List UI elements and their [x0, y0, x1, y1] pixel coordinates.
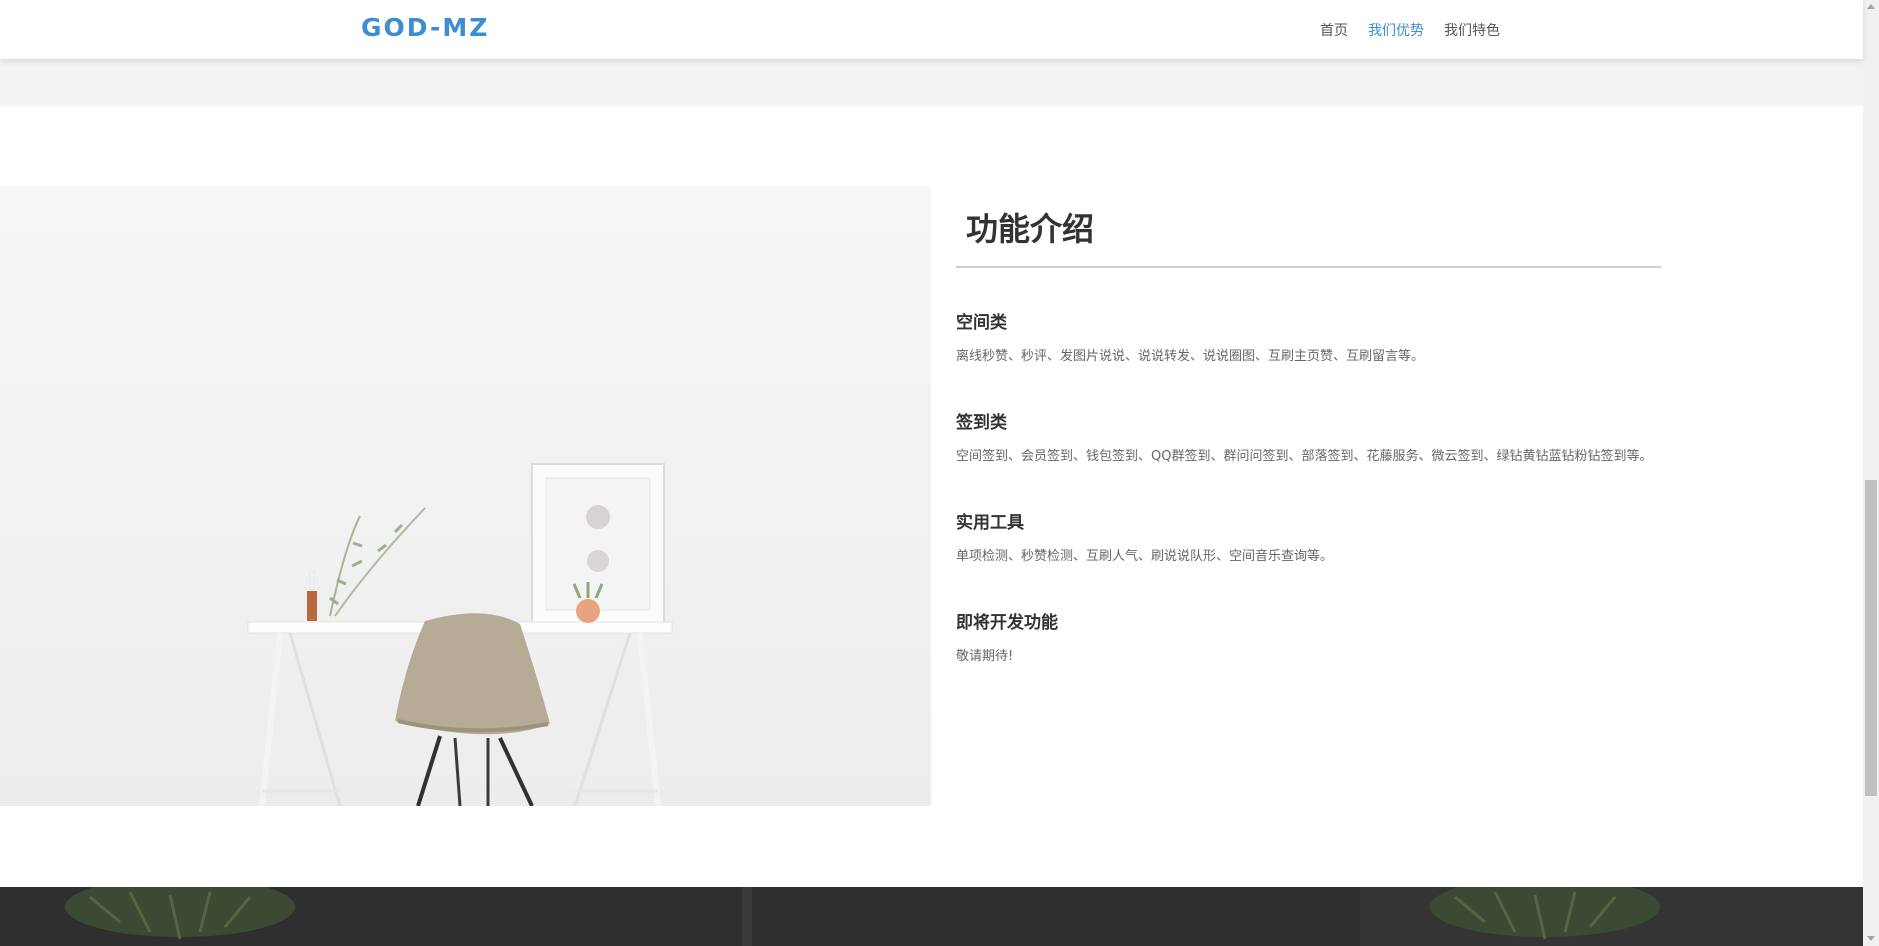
- feature-title: 即将开发功能: [956, 613, 1058, 633]
- feature-item-tools: 实用工具 单项检测、秒赞检测、互刷人气、刷说说队形、空间音乐查询等。: [956, 508, 1686, 568]
- nav-item-features[interactable]: 我们特色: [1444, 20, 1500, 40]
- page-scrollbar[interactable]: [1863, 0, 1879, 946]
- nav-item-home[interactable]: 首页: [1320, 20, 1348, 40]
- feature-title: 签到类: [956, 413, 1007, 433]
- brand-logo[interactable]: GOD-MZ: [361, 13, 489, 42]
- desk-chair-illustration: [0, 463, 931, 806]
- feature-description: 敬请期待!: [956, 649, 1014, 664]
- section-title: 功能介绍: [966, 210, 1095, 248]
- scroll-up-arrow-icon[interactable]: [1867, 4, 1875, 9]
- feature-item-signin: 签到类 空间签到、会员签到、钱包签到、QQ群签到、群问问签到、部落签到、花藤服务…: [956, 408, 1686, 468]
- feature-description: 单项检测、秒赞检测、互刷人气、刷说说队形、空间音乐查询等。: [956, 549, 1334, 564]
- title-divider: [956, 266, 1661, 268]
- top-navbar: GOD-MZ 首页 我们优势 我们特色: [0, 0, 1863, 59]
- scroll-down-arrow-icon[interactable]: [1867, 936, 1875, 941]
- next-section-banner: [0, 887, 1863, 946]
- feature-content: 功能介绍 空间类 离线秒赞、秒评、发图片说说、说说转发、说说圈图、互刷主页赞、互…: [956, 186, 1686, 668]
- plant-background-image: [0, 887, 1863, 946]
- feature-title: 实用工具: [956, 513, 1024, 533]
- scrollbar-thumb[interactable]: [1865, 480, 1877, 796]
- workspace-photo: [0, 186, 931, 806]
- feature-description: 离线秒赞、秒评、发图片说说、说说转发、说说圈图、互刷主页赞、互刷留言等。: [956, 349, 1425, 364]
- feature-item-upcoming: 即将开发功能 敬请期待!: [956, 608, 1686, 668]
- feature-item-space: 空间类 离线秒赞、秒评、发图片说说、说说转发、说说圈图、互刷主页赞、互刷留言等。: [956, 308, 1686, 368]
- nav-menu: 首页 我们优势 我们特色: [1320, 20, 1500, 40]
- feature-description: 空间签到、会员签到、钱包签到、QQ群签到、群问问签到、部落签到、花藤服务、微云签…: [956, 449, 1653, 464]
- feature-title: 空间类: [956, 313, 1007, 333]
- nav-item-advantages[interactable]: 我们优势: [1368, 20, 1424, 40]
- feature-intro-section: 功能介绍 空间类 离线秒赞、秒评、发图片说说、说说转发、说说圈图、互刷主页赞、互…: [0, 106, 1863, 887]
